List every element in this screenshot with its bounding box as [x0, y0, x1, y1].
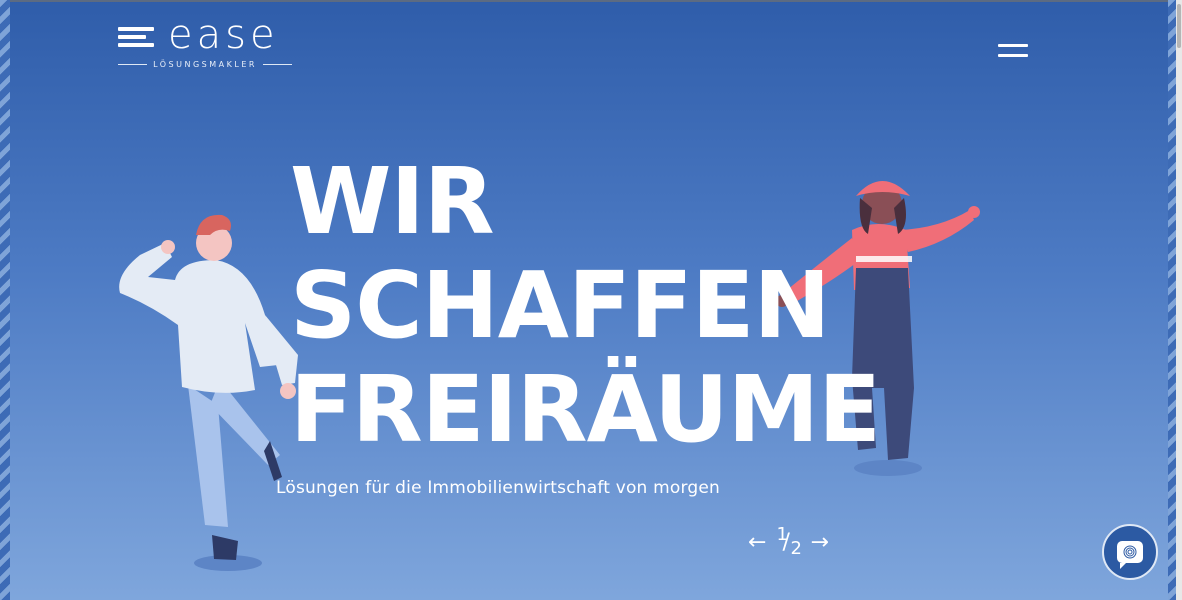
tagline-rule-left — [118, 64, 148, 65]
scrollbar-thumb[interactable] — [1177, 4, 1181, 48]
arrow-right-icon[interactable]: → — [810, 530, 828, 555]
man-left-leg — [188, 385, 228, 527]
chat-icon — [1117, 541, 1143, 569]
man-shadow — [194, 555, 262, 571]
brand-tagline-row: LÖSUNGSMAKLER — [118, 60, 293, 69]
man-right-leg — [210, 380, 280, 465]
scrollbar[interactable] — [1176, 0, 1182, 600]
woman-right-arm — [900, 210, 974, 252]
hamburger-icon[interactable] — [996, 40, 1030, 62]
slide-total: 2 — [790, 538, 802, 559]
hero-subtitle: Lösungen für die Immobilienwirtschaft vo… — [276, 478, 721, 498]
slide-counter: 1 / 2 — [774, 524, 802, 559]
brand-logo[interactable]: ease LÖSUNGSMAKLER — [118, 12, 293, 74]
brand-tagline: LÖSUNGSMAKLER — [153, 60, 257, 69]
slide-separator: / — [782, 530, 790, 555]
man-left-hand — [161, 240, 175, 254]
hero-line-3: FREIRÄUME — [290, 356, 881, 463]
hero-line-1: WIR — [290, 148, 495, 255]
man-left-shoe — [212, 535, 238, 560]
fingerprint-icon — [1123, 545, 1137, 559]
brand-name: ease — [168, 12, 279, 58]
man-illustration — [119, 214, 298, 571]
man-torso — [119, 243, 279, 393]
man-right-shoe — [264, 441, 282, 481]
logo-lines-icon — [118, 27, 154, 49]
top-border — [0, 0, 1182, 2]
chat-button[interactable] — [1102, 524, 1158, 580]
left-stripe-decoration — [0, 0, 10, 600]
hero-line-2: SCHAFFEN — [290, 252, 831, 359]
arrow-left-icon[interactable]: ← — [748, 530, 766, 555]
man-hair — [196, 214, 231, 235]
tagline-rule-right — [262, 64, 293, 65]
hero-headline: WIR SCHAFFEN FREIRÄUME — [290, 148, 881, 463]
slider-pager: ← 1 / 2 → — [748, 524, 829, 559]
man-head — [196, 225, 232, 261]
woman-right-hand — [968, 206, 980, 218]
